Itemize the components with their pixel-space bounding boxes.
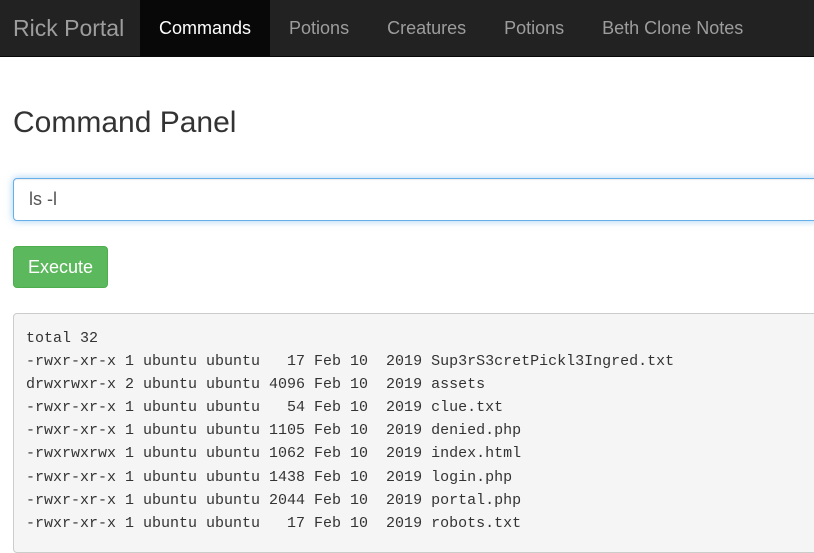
- nav-item-commands[interactable]: Commands: [140, 0, 271, 56]
- output-line: -rwxr-xr-x 1 ubuntu ubuntu 17 Feb 10 201…: [26, 514, 522, 532]
- nav-item-potions[interactable]: Potions: [270, 0, 368, 56]
- execute-button[interactable]: Execute: [13, 246, 108, 288]
- brand-link[interactable]: Rick Portal: [0, 0, 140, 56]
- nav-item-potions-2[interactable]: Potions: [485, 0, 583, 56]
- nav-list: Commands Potions Creatures Potions Beth …: [140, 0, 762, 56]
- nav-item-beth-clone-notes[interactable]: Beth Clone Notes: [583, 0, 762, 56]
- output-line: -rwxr-xr-x 1 ubuntu ubuntu 54 Feb 10 201…: [26, 399, 504, 417]
- output-line: -rwxr-xr-x 1 ubuntu ubuntu 17 Feb 10 201…: [26, 353, 675, 371]
- command-input[interactable]: [13, 178, 814, 221]
- output-line: -rwxr-xr-x 1 ubuntu ubuntu 1105 Feb 10 2…: [26, 422, 522, 440]
- output-line: -rwxrwxrwx 1 ubuntu ubuntu 1062 Feb 10 2…: [26, 445, 522, 463]
- output-line: drwxrwxr-x 2 ubuntu ubuntu 4096 Feb 10 2…: [26, 376, 486, 394]
- page-title: Command Panel: [13, 106, 237, 139]
- command-output: total 32 -rwxr-xr-x 1 ubuntu ubuntu 17 Fe…: [13, 313, 814, 553]
- nav-item-creatures[interactable]: Creatures: [368, 0, 485, 56]
- output-line: total 32: [26, 330, 99, 347]
- output-line: -rwxr-xr-x 1 ubuntu ubuntu 1438 Feb 10 2…: [26, 468, 513, 486]
- top-navbar: Rick Portal Commands Potions Creatures P…: [0, 0, 814, 57]
- output-line: -rwxr-xr-x 1 ubuntu ubuntu 2044 Feb 10 2…: [26, 491, 522, 509]
